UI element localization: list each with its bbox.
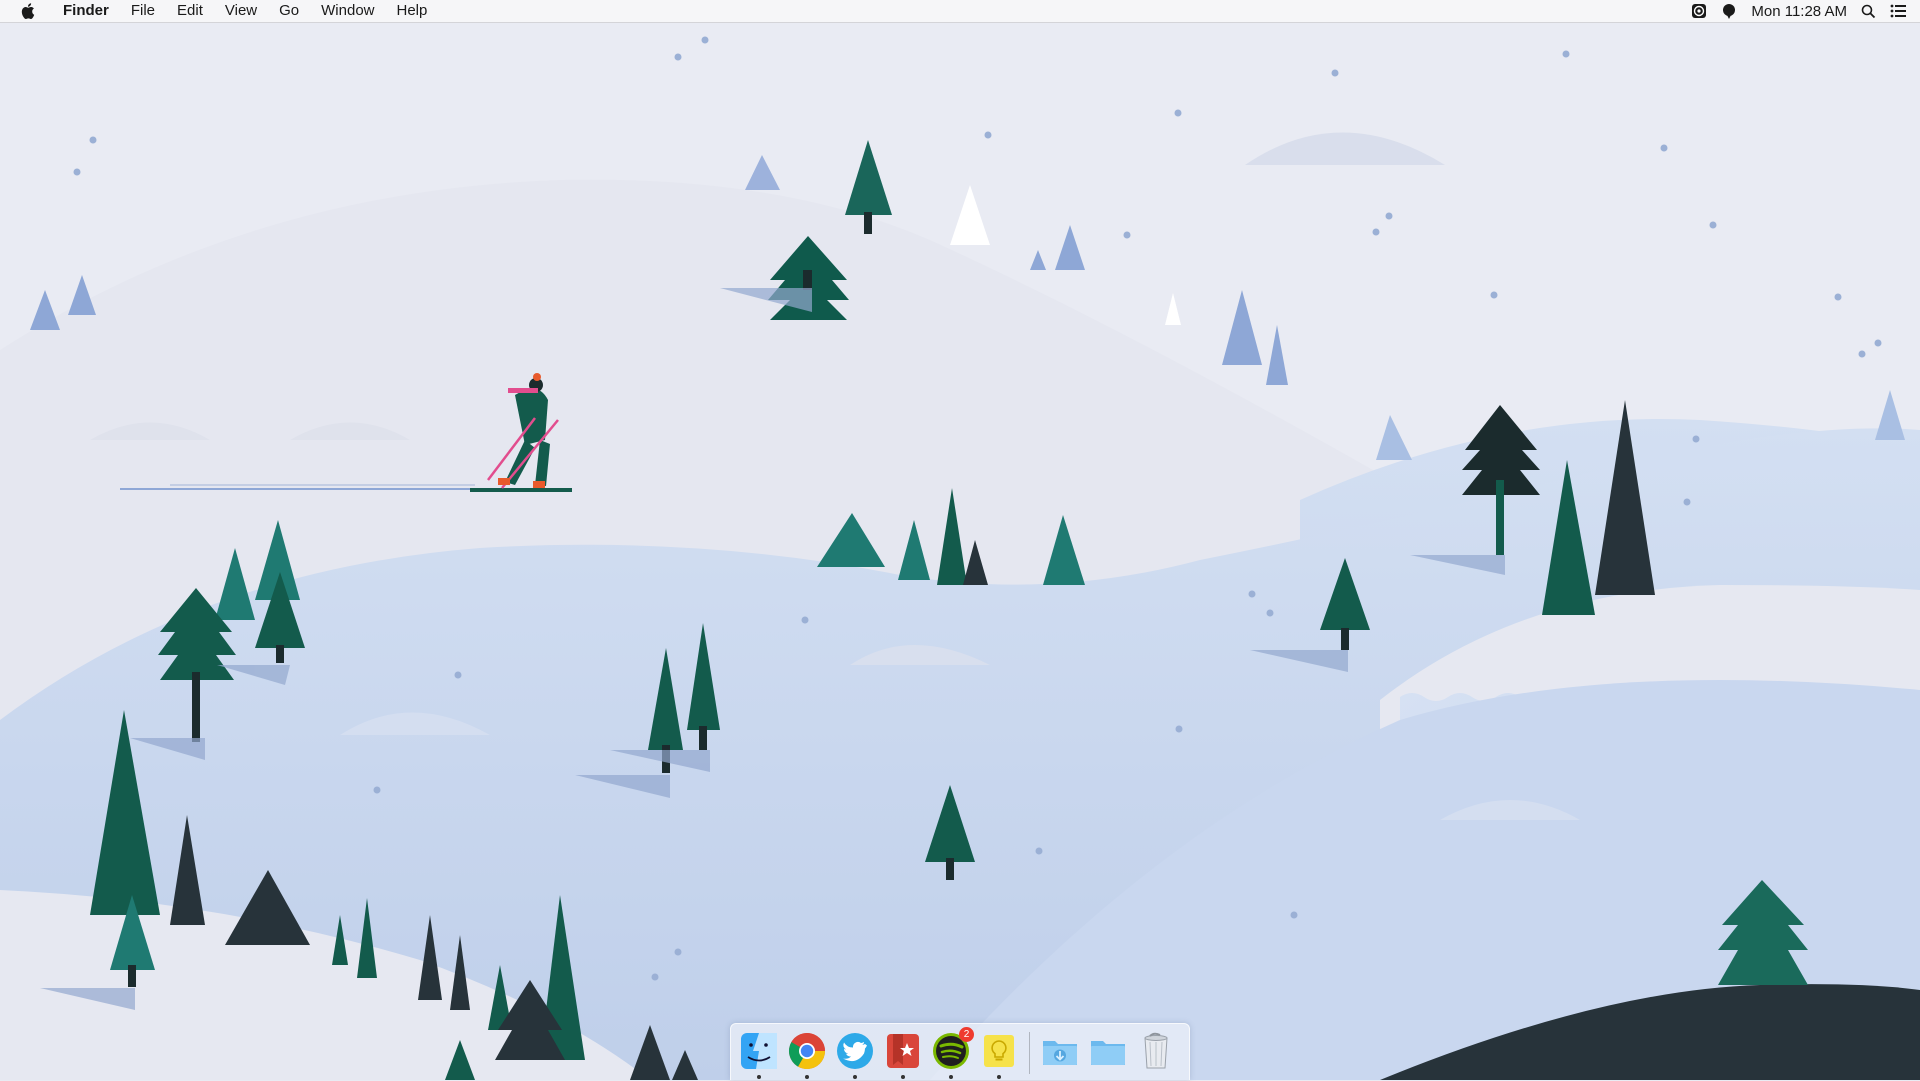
dock-spotify[interactable]: 2: [927, 1024, 975, 1081]
menu-go[interactable]: Go: [268, 0, 310, 22]
folder-icon: [1091, 1041, 1125, 1065]
running-indicator: [853, 1075, 857, 1079]
notification-center-icon[interactable]: [1883, 0, 1920, 22]
apple-logo-icon[interactable]: [18, 1, 38, 21]
wunderlist-icon: [887, 1034, 919, 1068]
finder-icon: [741, 1033, 777, 1069]
trash-icon: [1144, 1032, 1168, 1069]
running-indicator: [757, 1075, 761, 1079]
menu-clock[interactable]: Mon 11:28 AM: [1744, 0, 1854, 22]
lightbulb-notes-icon: [984, 1035, 1014, 1067]
camera-aperture-icon[interactable]: [1684, 0, 1714, 22]
dock-stickies[interactable]: [975, 1024, 1023, 1081]
spotify-badge: 2: [959, 1027, 974, 1042]
notification-dot-icon[interactable]: [1714, 0, 1744, 22]
menu-extras: Mon 11:28 AM: [1684, 0, 1920, 22]
downloads-folder-icon: [1043, 1041, 1077, 1065]
menu-bar: Finder File Edit View Go Window Help Mon…: [0, 0, 1920, 23]
dock-trash[interactable]: [1132, 1024, 1180, 1081]
dock-finder[interactable]: [735, 1024, 783, 1081]
chrome-icon: [788, 1032, 825, 1070]
menu-help[interactable]: Help: [386, 0, 439, 22]
desktop-wallpaper: [0, 0, 1920, 1080]
dock-twitter[interactable]: [831, 1024, 879, 1081]
dock-separator: [1029, 1032, 1030, 1074]
menu-file[interactable]: File: [120, 0, 166, 22]
spotlight-search-icon[interactable]: [1854, 0, 1883, 22]
running-indicator: [997, 1075, 1001, 1079]
running-indicator: [949, 1075, 953, 1079]
running-indicator: [805, 1075, 809, 1079]
menu-app-finder[interactable]: Finder: [52, 0, 120, 22]
dock-chrome[interactable]: [783, 1024, 831, 1081]
dock-documents[interactable]: [1084, 1024, 1132, 1081]
running-indicator: [901, 1075, 905, 1079]
menu-window[interactable]: Window: [310, 0, 385, 22]
menu-view[interactable]: View: [214, 0, 268, 22]
dock: 2: [730, 1023, 1190, 1080]
twitter-icon: [837, 1033, 873, 1069]
dock-wunderlist[interactable]: [879, 1024, 927, 1081]
menu-edit[interactable]: Edit: [166, 0, 214, 22]
dock-downloads[interactable]: [1036, 1024, 1084, 1081]
